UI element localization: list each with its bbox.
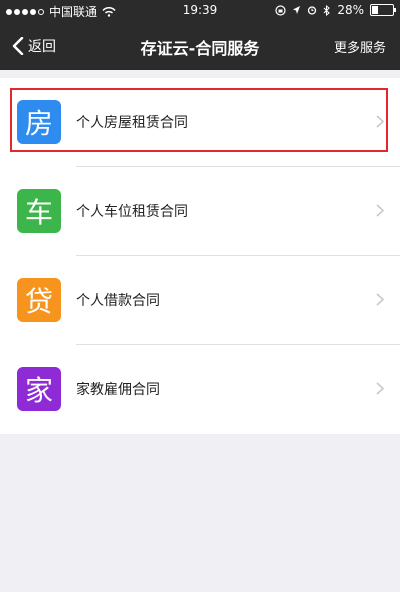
status-bar: 中国联通 19:39 28%: [0, 0, 400, 22]
contract-item-label: 家教雇佣合同: [76, 382, 160, 398]
alarm-icon: [308, 6, 317, 15]
more-services-button[interactable]: 更多服务: [334, 37, 386, 56]
lock-rotation-icon: [275, 4, 286, 16]
chevron-right-icon: [376, 293, 384, 306]
contract-item-tutor-employment[interactable]: 家 家教雇佣合同: [0, 345, 400, 434]
location-arrow-icon: [293, 6, 301, 14]
bluetooth-icon: [323, 4, 331, 16]
tutor-employment-icon: 家: [17, 367, 61, 411]
chevron-right-icon: [376, 204, 384, 217]
contract-item-label: 个人车位租赁合同: [76, 204, 188, 220]
parking-rental-icon: 车: [17, 189, 61, 233]
contract-item-label: 个人房屋租赁合同: [76, 115, 188, 131]
navigation-bar: 返回 存证云-合同服务 更多服务: [0, 22, 400, 70]
contract-item-house-rental[interactable]: 房 个人房屋租赁合同: [0, 78, 400, 167]
contract-item-personal-loan[interactable]: 贷 个人借款合同: [0, 256, 400, 345]
contract-list: 房 个人房屋租赁合同 车 个人车位租赁合同 贷 个人借款合同 家 家教雇佣合同: [0, 78, 400, 434]
chevron-right-icon: [376, 115, 384, 128]
contract-item-label: 个人借款合同: [76, 293, 160, 309]
house-rental-icon: 房: [17, 100, 61, 144]
contract-item-parking-rental[interactable]: 车 个人车位租赁合同: [0, 167, 400, 256]
battery-icon: [370, 4, 396, 16]
personal-loan-icon: 贷: [17, 278, 61, 322]
chevron-right-icon: [376, 382, 384, 395]
battery-percent: 28%: [337, 3, 364, 17]
